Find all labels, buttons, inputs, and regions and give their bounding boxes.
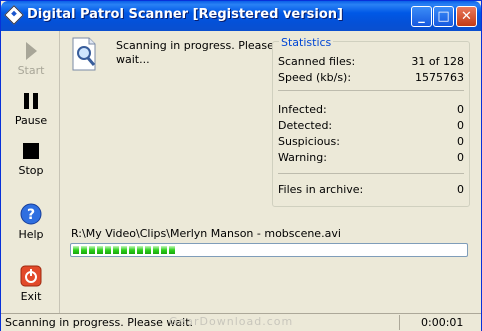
toolbar-sidebar: Start Pause Stop ? Help Exit [3,31,60,313]
progress-segment [105,246,111,254]
scanner-window: Digital Patrol Scanner [Registered versi… [0,0,482,331]
progress-segment [161,246,167,254]
play-icon [26,42,37,60]
progress-segment [145,246,151,254]
stat-suspicious: Suspicious: 0 [278,135,464,149]
progress-segment [81,246,87,254]
pause-icon [24,93,38,109]
watermark: GearDownload.com [169,315,294,328]
progress-segment [89,246,95,254]
current-file-path: R:\My Video\Clips\Merlyn Manson - mobsce… [71,227,341,240]
stop-label: Stop [18,164,44,177]
pause-button[interactable]: Pause [3,91,59,127]
stat-label: Speed (kb/s): [278,71,352,84]
progress-segment [73,246,79,254]
status-divider [399,315,400,330]
statistics-title: Statistics [279,36,334,49]
scan-progress-bar [70,243,468,257]
scan-status-message: Scanning in progress. Please wait... [116,39,274,66]
maximize-button[interactable]: □ [433,6,454,27]
start-button[interactable]: Start [3,41,59,77]
stat-label: Scanned files: [278,55,356,68]
stat-label: Detected: [278,119,333,132]
exit-button[interactable]: Exit [3,265,59,303]
exit-label: Exit [20,290,42,303]
progress-segment [153,246,159,254]
progress-fill [73,246,179,254]
stat-value: 0 [457,135,464,148]
stat-label: Infected: [278,103,327,116]
exit-icon [20,265,42,287]
elapsed-time: 0:00:01 [421,316,464,329]
document-magnifier-icon [72,37,96,71]
help-button[interactable]: ? Help [3,203,59,241]
progress-segment [169,246,175,254]
close-button[interactable]: ✕ [456,6,477,27]
stat-value: 0 [457,119,464,132]
stop-icon [23,143,39,159]
window-title: Digital Patrol Scanner [Registered versi… [27,7,343,22]
app-icon[interactable] [4,5,24,25]
stat-value: 0 [457,151,464,164]
stat-label: Files in archive: [278,183,364,196]
stat-files-in-archive: Files in archive: 0 [278,183,464,197]
progress-segment [97,246,103,254]
title-bar[interactable]: Digital Patrol Scanner [Registered versi… [1,1,481,31]
stat-label: Suspicious: [278,135,340,148]
stat-infected: Infected: 0 [278,103,464,117]
stop-button[interactable]: Stop [3,141,59,177]
stat-warning: Warning: 0 [278,151,464,165]
stats-divider [278,173,464,174]
stat-scanned-files: Scanned files: 31 of 128 [278,55,464,69]
stat-detected: Detected: 0 [278,119,464,133]
stat-label: Warning: [278,151,327,164]
statistics-group: Statistics Scanned files: 31 of 128 Spee… [272,36,470,207]
help-label: Help [18,228,44,241]
progress-segment [137,246,143,254]
main-panel: Scanning in progress. Please wait... Sta… [60,31,478,313]
progress-segment [113,246,119,254]
progress-segment [121,246,127,254]
help-icon: ? [20,203,42,225]
stat-value: 0 [457,183,464,196]
stat-speed: Speed (kb/s): 1575763 [278,71,464,85]
svg-text:?: ? [27,207,35,223]
stats-divider [278,90,464,91]
pause-label: Pause [14,114,48,127]
minimize-button[interactable]: _ [411,6,432,27]
progress-segment [129,246,135,254]
stat-value: 1575763 [415,71,464,84]
start-label: Start [17,64,45,77]
status-text: Scanning in progress. Please wait. [5,316,194,329]
stat-value: 31 of 128 [411,55,464,68]
stat-value: 0 [457,103,464,116]
